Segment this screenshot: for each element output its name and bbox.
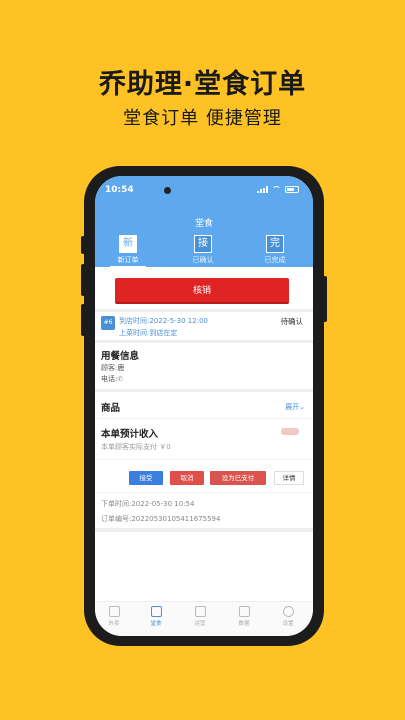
nav-takeout-label: 外卖 [108, 621, 120, 627]
signal-icon [257, 186, 268, 193]
expand-label: 展开 [285, 403, 300, 411]
nav-settings-label: 设置 [282, 621, 294, 627]
status-bar: 10:54 [95, 176, 313, 204]
tab-confirmed[interactable]: 接 已确认 [183, 235, 223, 267]
phone-icon[interactable]: ✆ [117, 375, 123, 383]
set-paid-button[interactable]: 设为已支付 [210, 471, 266, 485]
divider [95, 418, 313, 419]
divider [95, 459, 313, 460]
detail-button[interactable]: 详情 [274, 471, 304, 485]
nav-takeout[interactable]: 外卖 [99, 606, 129, 627]
promo-subtitle: 堂食订单 便捷管理 [123, 108, 282, 129]
phone-side-button [81, 236, 85, 254]
divider [95, 389, 313, 392]
nav-operations-label: 运营 [194, 621, 206, 627]
tab-new-orders[interactable]: 新 新订单 [108, 235, 148, 267]
phone-screen: 10:54 堂食 新 新订单 接 已确认 完 已完成 核销 #6 到店时间:20… [95, 176, 313, 636]
status-icons [257, 186, 299, 193]
nav-data-label: 数据 [238, 621, 250, 627]
expand-goods-button[interactable]: 展开⌄ [285, 402, 305, 412]
blurred-amount [281, 428, 299, 435]
bottom-nav: 外卖 堂食 运营 数据 设置 [95, 601, 313, 636]
order-time: 下单时间:2022-05-30 10:54 [101, 500, 195, 508]
receipt-icon [108, 606, 120, 617]
serve-time: 上菜时间:到店在定 [119, 329, 178, 337]
tab-completed[interactable]: 完 已完成 [255, 235, 295, 267]
app-header: 10:54 堂食 新 新订单 接 已确认 完 已完成 [95, 176, 313, 267]
tab-new-label: 新订单 [117, 256, 139, 264]
order-actions: 接受 取消 设为已支付 详情 [129, 471, 307, 485]
battery-icon [285, 186, 299, 193]
gear-icon [282, 606, 294, 617]
wifi-icon [272, 186, 281, 193]
accept-button[interactable]: 接受 [129, 471, 163, 485]
tab-confirmed-label: 已确认 [192, 256, 214, 264]
order-number-badge: #6 [101, 316, 115, 330]
order-status: 待确认 [280, 317, 304, 326]
tab-confirmed-icon: 接 [194, 235, 212, 253]
order-tabs: 新 新订单 接 已确认 完 已完成 [95, 235, 313, 267]
customer-name: 顾客:鹿 [101, 364, 125, 372]
goods-title: 商品 [101, 403, 121, 414]
divider [95, 528, 313, 532]
nav-dine-in-label: 堂食 [150, 621, 162, 627]
dining-info-title: 用餐信息 [101, 351, 140, 362]
actual-paid: 本单顾客实际支付 ￥0 [101, 443, 171, 451]
nav-dine-in[interactable]: 堂食 [141, 606, 171, 627]
store-icon [150, 606, 162, 617]
phone-volume-up [81, 264, 85, 296]
page-title: 堂食 [194, 219, 213, 229]
tab-completed-label: 已完成 [264, 256, 286, 264]
front-camera [164, 187, 171, 194]
active-tab-underline [110, 266, 146, 267]
sliders-icon [238, 606, 250, 617]
tab-completed-icon: 完 [266, 235, 284, 253]
phone-volume-down [81, 304, 85, 336]
customer-phone: 电话:✆ [101, 374, 123, 384]
chevron-down-icon: ⌄ [299, 403, 305, 411]
phone-frame: 10:54 堂食 新 新订单 接 已确认 完 已完成 核销 #6 到店时间:20… [81, 166, 327, 646]
status-time: 10:54 [105, 185, 134, 195]
order-number: 订单编号:20220530105411675594 [101, 515, 221, 523]
tab-new-icon: 新 [119, 235, 137, 253]
nav-data[interactable]: 数据 [229, 606, 259, 627]
chart-icon [194, 606, 206, 617]
arrival-time: 到店时间:2022-5-30 12:00 [119, 317, 208, 325]
phone-power-button [323, 276, 327, 322]
verify-button[interactable]: 核销 [115, 278, 289, 304]
cancel-button[interactable]: 取消 [170, 471, 204, 485]
divider [95, 340, 313, 343]
divider [95, 492, 313, 493]
promo-title: 乔助理·堂食订单 [98, 69, 307, 100]
nav-settings[interactable]: 设置 [273, 606, 303, 627]
nav-operations[interactable]: 运营 [185, 606, 215, 627]
divider [95, 309, 313, 312]
income-title: 本单预计收入 [101, 429, 159, 440]
customer-phone-label: 电话: [101, 375, 118, 383]
